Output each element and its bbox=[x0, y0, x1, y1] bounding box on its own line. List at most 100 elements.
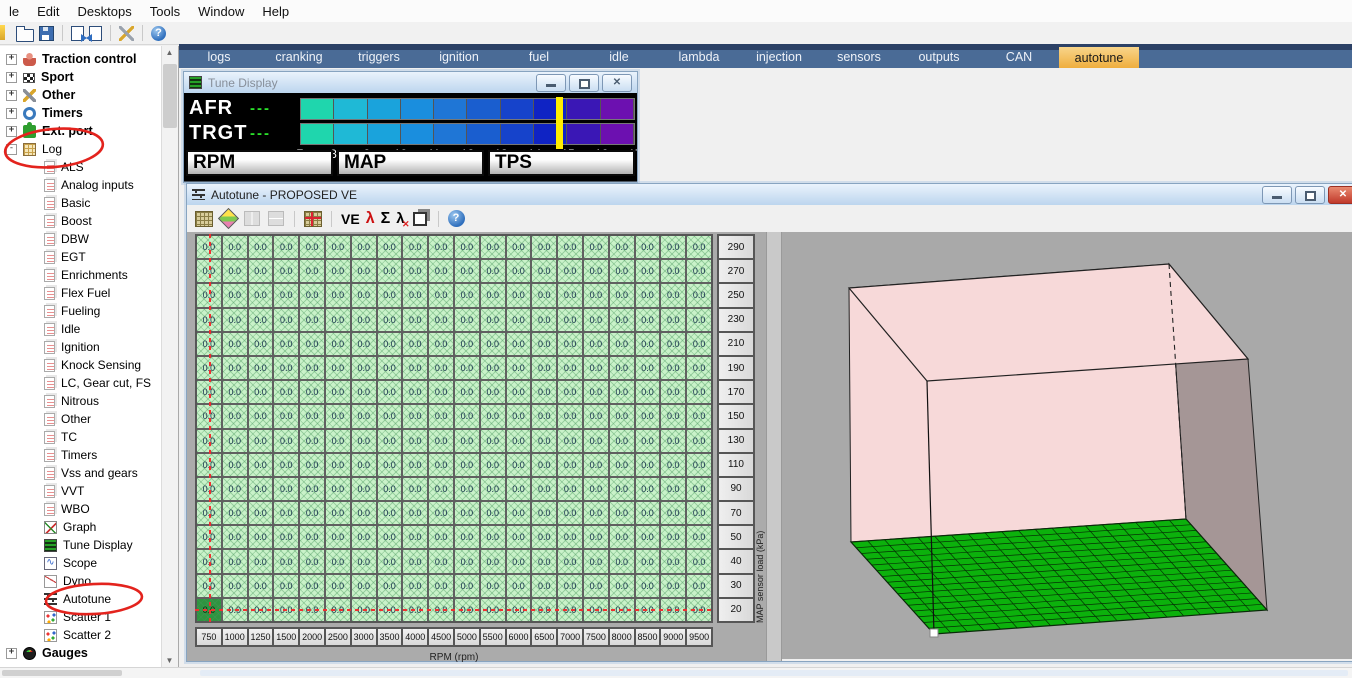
ve-cell[interactable]: 0.0 bbox=[300, 357, 324, 379]
menu-item-tools[interactable]: Tools bbox=[141, 4, 189, 19]
ve-cell[interactable]: 0.0 bbox=[378, 526, 402, 548]
ve-cell[interactable]: 0.0 bbox=[223, 502, 247, 524]
ve-cell[interactable]: 0.0 bbox=[481, 284, 505, 306]
open-file-icon[interactable] bbox=[16, 29, 34, 42]
ve-cell[interactable]: 0.0 bbox=[223, 333, 247, 355]
ve-cell[interactable]: 0.0 bbox=[532, 502, 556, 524]
target-grid-icon[interactable] bbox=[304, 211, 322, 227]
ve-cell[interactable]: 0.0 bbox=[326, 454, 350, 476]
menu-item-help[interactable]: Help bbox=[253, 4, 298, 19]
ve-cell[interactable]: 0.0 bbox=[558, 478, 582, 500]
ve-cell[interactable]: 0.0 bbox=[429, 405, 453, 427]
ve-cell[interactable]: 0.0 bbox=[687, 430, 711, 452]
ve-cell[interactable]: 0.0 bbox=[326, 550, 350, 572]
ve-cell[interactable]: 0.0 bbox=[507, 430, 531, 452]
ve-cell[interactable]: 0.0 bbox=[326, 357, 350, 379]
ve-cell[interactable]: 0.0 bbox=[661, 478, 685, 500]
sidebar-item-idle[interactable]: Idle bbox=[0, 320, 162, 338]
ve-cell[interactable]: 0.0 bbox=[636, 260, 660, 282]
ve-cell[interactable]: 0.0 bbox=[532, 284, 556, 306]
ve-cell[interactable]: 0.0 bbox=[558, 575, 582, 597]
ve-cell[interactable]: 0.0 bbox=[636, 430, 660, 452]
ve-cell[interactable]: 0.0 bbox=[481, 333, 505, 355]
ve-cell[interactable]: 0.0 bbox=[300, 430, 324, 452]
ve-cell[interactable]: 0.0 bbox=[507, 526, 531, 548]
ve-cell[interactable]: 0.0 bbox=[274, 478, 298, 500]
ve-cell[interactable]: 0.0 bbox=[274, 430, 298, 452]
ve-cell[interactable]: 0.0 bbox=[687, 575, 711, 597]
ve-cell[interactable]: 0.0 bbox=[661, 309, 685, 331]
scroll-down-icon[interactable]: ▼ bbox=[162, 654, 177, 668]
menu-item-window[interactable]: Window bbox=[189, 4, 253, 19]
tab-autotune[interactable]: autotune bbox=[1059, 47, 1139, 68]
restore-button[interactable] bbox=[1295, 186, 1325, 204]
ve-cell[interactable]: 0.0 bbox=[610, 357, 634, 379]
tune-display-titlebar[interactable]: Tune Display bbox=[184, 72, 637, 94]
ve-cell[interactable]: 0.0 bbox=[661, 526, 685, 548]
sidebar-item-lc-gear-cut-fs[interactable]: LC, Gear cut, FS bbox=[0, 374, 162, 392]
lambda-clear-icon[interactable]: λ bbox=[396, 210, 404, 228]
ve-cell[interactable]: 0.0 bbox=[455, 309, 479, 331]
ve-cell[interactable]: 0.0 bbox=[403, 575, 427, 597]
ve-cell[interactable]: 0.0 bbox=[584, 333, 608, 355]
ve-cell[interactable]: 0.0 bbox=[403, 405, 427, 427]
ve-cell[interactable]: 0.0 bbox=[300, 236, 324, 258]
ve-cell[interactable]: 0.0 bbox=[455, 284, 479, 306]
ve-cell[interactable]: 0.0 bbox=[378, 236, 402, 258]
table-view-icon[interactable] bbox=[195, 211, 213, 227]
copy-icon[interactable] bbox=[413, 212, 427, 226]
ve-cell[interactable]: 0.0 bbox=[300, 309, 324, 331]
ve-cell[interactable]: 0.0 bbox=[429, 381, 453, 403]
ve-cell[interactable]: 0.0 bbox=[584, 260, 608, 282]
ve-cell[interactable]: 0.0 bbox=[558, 405, 582, 427]
sidebar-item-gauges[interactable]: +Gauges bbox=[0, 644, 162, 662]
ve-cell[interactable]: 0.0 bbox=[403, 309, 427, 331]
ve-cell[interactable]: 0.0 bbox=[352, 284, 376, 306]
tab-cranking[interactable]: cranking bbox=[259, 44, 339, 68]
ve-cell[interactable]: 0.0 bbox=[300, 550, 324, 572]
tab-outputs[interactable]: outputs bbox=[899, 44, 979, 68]
ve-cell[interactable]: 0.0 bbox=[249, 284, 273, 306]
ve-cell[interactable]: 0.0 bbox=[300, 381, 324, 403]
ve-cell[interactable]: 0.0 bbox=[636, 381, 660, 403]
ve-cell[interactable]: 0.0 bbox=[274, 550, 298, 572]
ve-cell[interactable]: 0.0 bbox=[636, 284, 660, 306]
ve-cell[interactable]: 0.0 bbox=[481, 260, 505, 282]
ve-cell[interactable]: 0.0 bbox=[352, 502, 376, 524]
ve-cell[interactable]: 0.0 bbox=[687, 526, 711, 548]
ve-cell[interactable]: 0.0 bbox=[661, 454, 685, 476]
ve-cell[interactable]: 0.0 bbox=[455, 526, 479, 548]
ve-cell[interactable]: 0.0 bbox=[274, 284, 298, 306]
ve-cell[interactable]: 0.0 bbox=[403, 430, 427, 452]
ve-cell[interactable]: 0.0 bbox=[352, 478, 376, 500]
ve-cell[interactable]: 0.0 bbox=[507, 236, 531, 258]
ve-cell[interactable]: 0.0 bbox=[249, 333, 273, 355]
ve-cell[interactable]: 0.0 bbox=[584, 381, 608, 403]
ve-cell[interactable]: 0.0 bbox=[429, 333, 453, 355]
ve-cell[interactable]: 0.0 bbox=[249, 454, 273, 476]
sidebar-item-ignition[interactable]: Ignition bbox=[0, 338, 162, 356]
minimize-button[interactable] bbox=[536, 74, 566, 92]
ve-cell[interactable]: 0.0 bbox=[481, 502, 505, 524]
ve-cell[interactable]: 0.0 bbox=[223, 357, 247, 379]
ve-cell[interactable]: 0.0 bbox=[455, 260, 479, 282]
ve-cell[interactable]: 0.0 bbox=[352, 333, 376, 355]
ve-cell[interactable]: 0.0 bbox=[532, 333, 556, 355]
ve-cell[interactable]: 0.0 bbox=[636, 357, 660, 379]
ve-cell[interactable]: 0.0 bbox=[558, 430, 582, 452]
ve-cell[interactable]: 0.0 bbox=[687, 550, 711, 572]
close-button[interactable] bbox=[602, 74, 632, 92]
ve-cell[interactable]: 0.0 bbox=[558, 550, 582, 572]
ve-cell[interactable]: 0.0 bbox=[584, 430, 608, 452]
ve-cell[interactable]: 0.0 bbox=[610, 405, 634, 427]
ve-cell[interactable]: 0.0 bbox=[249, 526, 273, 548]
ve-cell[interactable]: 0.0 bbox=[403, 550, 427, 572]
ve-cell[interactable]: 0.0 bbox=[558, 454, 582, 476]
help-icon[interactable]: ? bbox=[448, 210, 465, 227]
ve-cell[interactable]: 0.0 bbox=[481, 309, 505, 331]
tab-idle[interactable]: idle bbox=[579, 44, 659, 68]
ve-cell[interactable]: 0.0 bbox=[274, 333, 298, 355]
ve-cell[interactable]: 0.0 bbox=[532, 575, 556, 597]
ve-cell[interactable]: 0.0 bbox=[481, 236, 505, 258]
sidebar-item-traction-control[interactable]: +Traction control bbox=[0, 50, 162, 68]
